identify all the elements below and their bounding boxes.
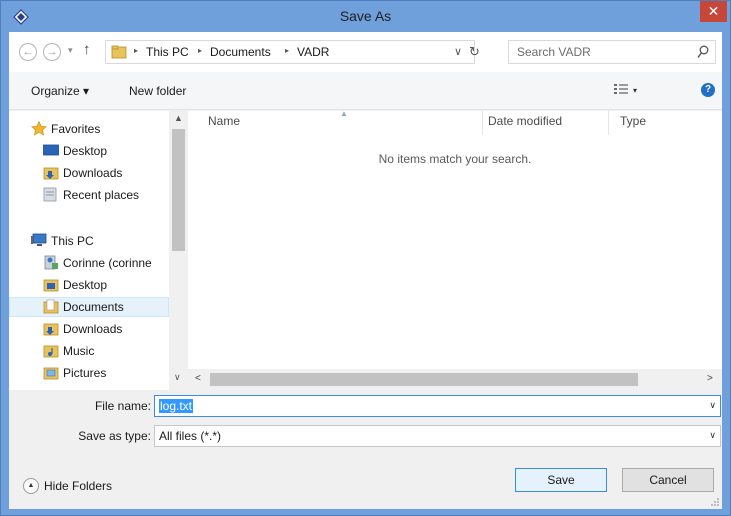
search-placeholder: Search VADR [517, 45, 591, 59]
recent-places-icon [43, 187, 57, 202]
nav-item-desktop-2[interactable]: Desktop [9, 275, 169, 295]
nav-item-favorites[interactable]: Favorites [9, 119, 169, 139]
nav-item-label: Corinne (corinne [63, 256, 152, 270]
documents-icon [43, 299, 59, 314]
column-divider[interactable] [608, 111, 609, 135]
view-options-dropdown[interactable]: ▾ [633, 86, 637, 95]
crumb-this-pc[interactable]: This PC [146, 45, 189, 59]
chevron-up-icon: ▲ [23, 478, 39, 494]
column-divider[interactable] [482, 111, 483, 135]
forward-button[interactable]: → [43, 43, 61, 61]
organize-button[interactable]: Organize ▾ [31, 84, 89, 98]
scroll-up-arrow[interactable]: ▲ [174, 113, 183, 123]
music-icon [43, 345, 59, 358]
save-type-label: Save as type: [78, 429, 151, 443]
recent-locations-dropdown[interactable]: ▾ [68, 45, 73, 56]
nav-item-documents[interactable]: Documents [9, 297, 169, 317]
save-type-dropdown[interactable]: ∨ [709, 430, 716, 441]
nav-item-label: Favorites [51, 122, 101, 136]
horizontal-scrollbar[interactable]: < > [188, 369, 722, 390]
address-dropdown-button[interactable]: ∨ [454, 45, 462, 58]
nav-item-label: Desktop [63, 278, 108, 292]
downloads-icon [43, 323, 59, 336]
crumb-separator: ▸ [134, 46, 139, 55]
scroll-thumb[interactable] [210, 373, 638, 386]
crumb-vadr[interactable]: VADR [297, 45, 329, 59]
save-as-dialog: Save As ✕ ← → ▾ ↑ ▸ This PC ▸ Documents … [0, 0, 731, 516]
nav-item-label: Downloads [63, 166, 123, 180]
nav-item-music[interactable]: Music [9, 341, 169, 361]
save-form: File name: log.txt ∨ Save as type: All f… [9, 390, 722, 509]
save-type-value: All files (*.*) [159, 429, 222, 443]
command-bar: Organize ▾ New folder ▾ ? [9, 72, 722, 110]
navigation-pane: Favorites Desktop Downloads Recent place… [9, 111, 169, 390]
nav-item-downloads-2[interactable]: Downloads [9, 319, 169, 339]
nav-item-label: Desktop [63, 144, 108, 158]
nav-item-label: Downloads [63, 322, 123, 336]
title-bar[interactable]: Save As ✕ [1, 1, 730, 32]
file-name-label: File name: [94, 399, 151, 413]
nav-item-label: This PC [51, 234, 94, 248]
new-folder-button[interactable]: New folder [129, 84, 186, 98]
file-name-input[interactable]: log.txt ∨ [154, 395, 721, 417]
nav-item-recent-places[interactable]: Recent places [9, 185, 169, 205]
sort-indicator: ▲ [340, 109, 348, 118]
downloads-icon [43, 167, 59, 180]
nav-item-corinne[interactable]: Corinne (corinne [9, 253, 169, 273]
resize-grip-icon[interactable] [710, 497, 720, 507]
address-bar[interactable]: ▸ This PC ▸ Documents ▸ VADR ∨ ↻ [105, 40, 480, 64]
nav-item-pictures[interactable]: Pictures [9, 363, 169, 383]
navigation-scrollbar[interactable]: ▲ ∨ [170, 111, 187, 390]
file-list[interactable]: ▲ Name Date modified Type No items match… [188, 109, 722, 369]
save-button[interactable]: Save [515, 468, 607, 492]
scroll-thumb[interactable] [172, 129, 185, 251]
nav-item-label: Music [63, 344, 95, 358]
column-header-date-modified[interactable]: Date modified [488, 114, 562, 128]
crumb-documents[interactable]: Documents [210, 45, 271, 59]
nav-item-label: Documents [63, 300, 124, 314]
scroll-left-arrow[interactable]: < [195, 373, 201, 384]
folder-icon [111, 45, 127, 59]
close-button[interactable]: ✕ [700, 1, 727, 22]
empty-message: No items match your search. [378, 152, 532, 166]
star-icon [31, 121, 47, 136]
up-button[interactable]: ↑ [83, 41, 91, 58]
nav-item-label: Pictures [63, 366, 107, 380]
cancel-button[interactable]: Cancel [622, 468, 714, 492]
nav-item-this-pc[interactable]: This PC [9, 231, 169, 251]
user-icon [44, 255, 58, 270]
nav-item-desktop[interactable]: Desktop [9, 141, 169, 161]
column-header-type[interactable]: Type [620, 114, 646, 128]
nav-item-downloads[interactable]: Downloads [9, 163, 169, 183]
column-header-name[interactable]: Name [208, 114, 240, 128]
view-options-icon[interactable] [613, 83, 629, 97]
desktop-icon [43, 144, 59, 156]
pictures-icon [43, 367, 59, 380]
dialog-client: ← → ▾ ↑ ▸ This PC ▸ Documents ▸ VADR ∨ ↻… [9, 32, 722, 509]
nav-item-label: Recent places [63, 188, 140, 202]
help-icon[interactable]: ? [701, 83, 715, 97]
desktop-folder-icon [43, 279, 59, 292]
crumb-separator: ▸ [285, 46, 290, 55]
file-name-dropdown[interactable]: ∨ [709, 400, 716, 411]
scroll-down-arrow[interactable]: ∨ [174, 372, 181, 383]
back-button[interactable]: ← [19, 43, 37, 61]
computer-icon [31, 233, 47, 246]
search-icon [697, 45, 709, 58]
address-row: ← → ▾ ↑ ▸ This PC ▸ Documents ▸ VADR ∨ ↻… [9, 32, 722, 72]
hide-folders-label: Hide Folders [44, 479, 113, 493]
window-title: Save As [339, 8, 392, 24]
crumb-separator: ▸ [198, 46, 203, 55]
save-type-select[interactable]: All files (*.*) ∨ [154, 425, 721, 447]
refresh-button[interactable]: ↻ [469, 44, 480, 60]
search-box[interactable]: Search VADR [508, 40, 716, 64]
scroll-right-arrow[interactable]: > [707, 373, 713, 384]
file-name-value: log.txt [159, 399, 194, 413]
